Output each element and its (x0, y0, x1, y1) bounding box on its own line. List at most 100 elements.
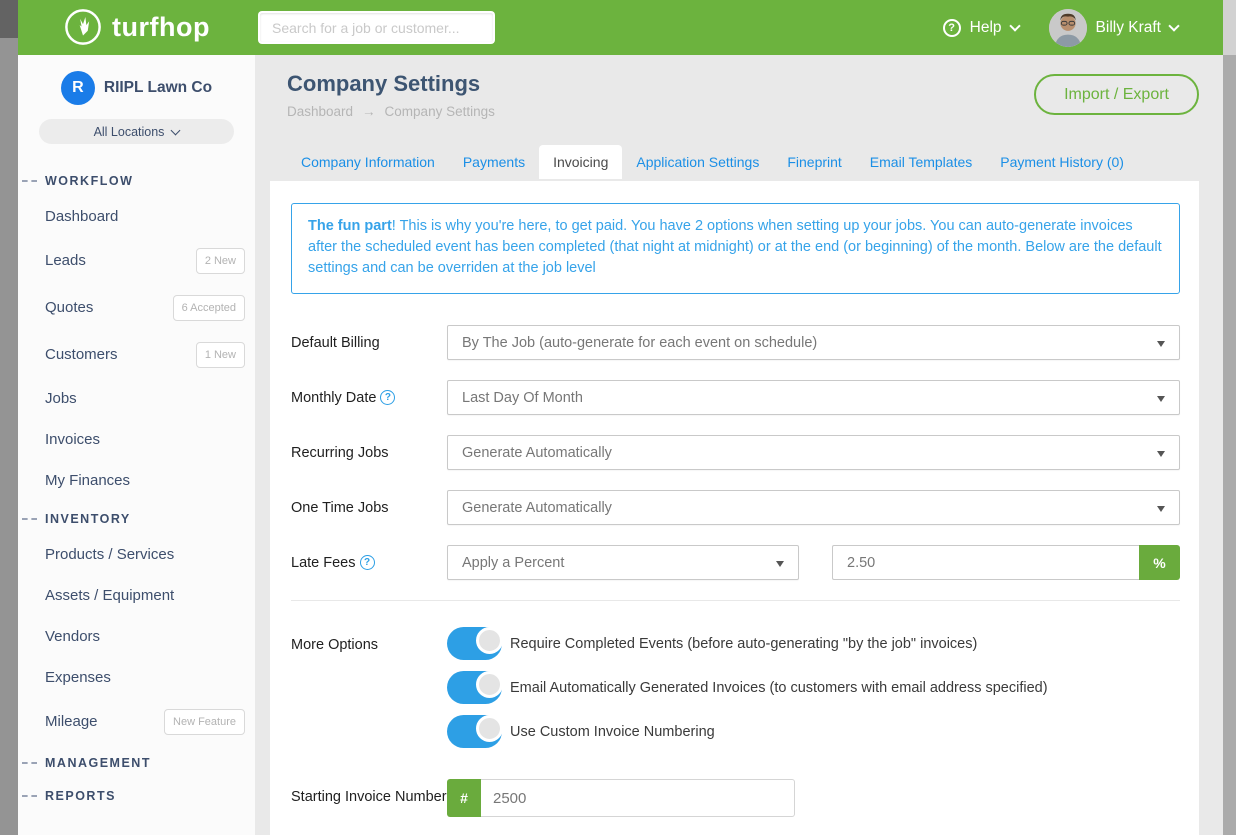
turfhop-logo[interactable]: turfhop (64, 8, 210, 46)
sidebar-item-jobs[interactable]: Jobs (18, 389, 255, 409)
recurring-jobs-label: Recurring Jobs (291, 435, 447, 470)
select-caret-icon (1157, 506, 1165, 512)
select-caret-icon (1157, 396, 1165, 402)
sidebar-item-customers[interactable]: Customers 1 New (18, 342, 255, 368)
monthly-date-select[interactable]: Last Day Of Month (447, 380, 1180, 415)
default-billing-row: Default Billing By The Job (auto-generat… (291, 325, 1180, 360)
chevron-down-icon (1009, 20, 1020, 31)
toggle-knob (476, 627, 503, 654)
default-billing-label: Default Billing (291, 325, 447, 360)
recurring-jobs-select[interactable]: Generate Automatically (447, 435, 1180, 470)
tab-fineprint[interactable]: Fineprint (773, 145, 855, 179)
select-caret-icon (1157, 341, 1165, 347)
require-completed-events-toggle[interactable] (447, 627, 502, 660)
help-menu[interactable]: ? Help (943, 19, 1019, 37)
locations-label: All Locations (94, 125, 165, 139)
info-notice-text: ! This is why you're here, to get paid. … (308, 218, 1162, 276)
avatar (1049, 9, 1087, 47)
settings-tabs: Company Information Payments Invoicing A… (287, 145, 1138, 179)
late-fees-select[interactable]: Apply a Percent (447, 545, 799, 580)
tab-payments[interactable]: Payments (449, 145, 539, 179)
section-header-management[interactable]: MANAGEMENT (18, 756, 255, 770)
search-input[interactable] (258, 11, 495, 44)
late-fee-amount-group: % (832, 545, 1180, 580)
select-caret-icon (776, 561, 784, 567)
starting-invoice-number-input[interactable] (481, 779, 795, 817)
company-initial-badge: R (61, 71, 95, 105)
custom-invoice-numbering-toggle[interactable] (447, 715, 502, 748)
breadcrumb-arrow-icon: → (362, 104, 376, 119)
toggle-row-require-completed-events: Require Completed Events (before auto-ge… (447, 627, 1180, 660)
leads-badge: 2 New (196, 248, 245, 274)
one-time-jobs-select[interactable]: Generate Automatically (447, 490, 1180, 525)
sidebar-item-my-finances[interactable]: My Finances (18, 471, 255, 491)
one-time-jobs-label: One Time Jobs (291, 490, 447, 525)
quotes-badge: 6 Accepted (173, 295, 245, 321)
require-completed-events-label: Require Completed Events (before auto-ge… (510, 636, 977, 652)
tab-application-settings[interactable]: Application Settings (622, 145, 773, 179)
more-options-label: More Options (291, 627, 447, 759)
late-fees-row: Late Fees? Apply a Percent % (291, 545, 1180, 580)
tab-payment-history[interactable]: Payment History (0) (986, 145, 1138, 179)
email-generated-invoices-toggle[interactable] (447, 671, 502, 704)
custom-invoice-numbering-label: Use Custom Invoice Numbering (510, 724, 715, 740)
sidebar-item-vendors[interactable]: Vendors (18, 627, 255, 647)
section-dash-icon (22, 762, 37, 764)
user-menu[interactable]: Billy Kraft (1049, 9, 1178, 47)
section-dash-icon (22, 180, 37, 182)
one-time-jobs-row: One Time Jobs Generate Automatically (291, 490, 1180, 525)
sidebar-item-dashboard[interactable]: Dashboard (18, 207, 255, 227)
tab-invoicing[interactable]: Invoicing (539, 145, 622, 179)
topbar: turfhop ? Help (0, 0, 1236, 55)
sidebar-item-invoices[interactable]: Invoices (18, 430, 255, 450)
locations-dropdown[interactable]: All Locations (39, 119, 234, 144)
mileage-badge: New Feature (164, 709, 245, 735)
import-export-button[interactable]: Import / Export (1034, 74, 1199, 115)
toggle-knob (476, 671, 503, 698)
help-label: Help (970, 19, 1002, 37)
chevron-down-icon (171, 125, 181, 135)
select-caret-icon (1157, 451, 1165, 457)
starting-invoice-number-row: Starting Invoice Number # (291, 779, 1180, 817)
section-divider (291, 600, 1180, 601)
customers-badge: 1 New (196, 342, 245, 368)
tab-email-templates[interactable]: Email Templates (856, 145, 986, 179)
company-switcher[interactable]: R RIIPL Lawn Co (18, 71, 255, 105)
help-question-icon: ? (943, 19, 961, 37)
user-name: Billy Kraft (1096, 19, 1161, 37)
hash-addon: # (447, 779, 481, 817)
toggle-row-custom-invoice-numbering: Use Custom Invoice Numbering (447, 715, 1180, 748)
sidebar-item-assets-equipment[interactable]: Assets / Equipment (18, 586, 255, 606)
sidebar-item-products-services[interactable]: Products / Services (18, 545, 255, 565)
toggle-knob (476, 715, 503, 742)
vertical-scrollbar[interactable] (1223, 0, 1236, 835)
toggle-row-email-generated-invoices: Email Automatically Generated Invoices (… (447, 671, 1180, 704)
default-billing-select[interactable]: By The Job (auto-generate for each event… (447, 325, 1180, 360)
email-generated-invoices-label: Email Automatically Generated Invoices (… (510, 680, 1048, 696)
sidebar-item-mileage[interactable]: Mileage New Feature (18, 709, 255, 735)
invoicing-form: Default Billing By The Job (auto-generat… (291, 325, 1180, 835)
sidebar-item-leads[interactable]: Leads 2 New (18, 248, 255, 274)
starting-invoice-number-label: Starting Invoice Number (291, 779, 447, 817)
topbar-right: ? Help Billy Kraft (943, 0, 1178, 55)
tab-company-information[interactable]: Company Information (287, 145, 449, 179)
sidebar-item-quotes[interactable]: Quotes 6 Accepted (18, 295, 255, 321)
app-window: turfhop ? Help (0, 0, 1236, 835)
section-header-inventory: INVENTORY (18, 512, 255, 526)
section-dash-icon (22, 795, 37, 797)
breadcrumb-company-settings: Company Settings (385, 104, 495, 119)
left-window-edge (0, 0, 18, 835)
late-fees-label: Late Fees? (291, 545, 447, 580)
more-options-row: More Options Require Completed Events (b… (291, 627, 1180, 759)
breadcrumb-dashboard[interactable]: Dashboard (287, 104, 353, 119)
section-header-reports[interactable]: REPORTS (18, 789, 255, 803)
sidebar-item-expenses[interactable]: Expenses (18, 668, 255, 688)
section-header-workflow: WORKFLOW (18, 174, 255, 188)
section-dash-icon (22, 518, 37, 520)
more-options-toggles: Require Completed Events (before auto-ge… (447, 627, 1180, 759)
page-title: Company Settings (287, 71, 480, 97)
late-fees-help-icon[interactable]: ? (360, 555, 375, 570)
monthly-date-help-icon[interactable]: ? (380, 390, 395, 405)
late-fee-amount-input[interactable] (832, 545, 1139, 580)
sidebar: R RIIPL Lawn Co All Locations WORKFLOW D… (18, 55, 255, 835)
